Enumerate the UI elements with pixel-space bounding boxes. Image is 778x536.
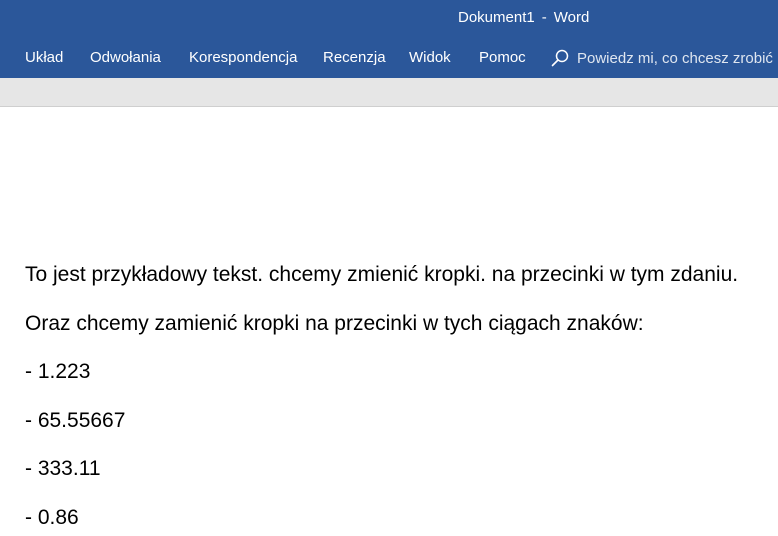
paragraph: Oraz chcemy zamienić kropki na przecinki… <box>25 312 644 335</box>
tab-korespondencja[interactable]: Korespondencja <box>189 49 297 66</box>
ribbon-tabs: Układ Odwołania Korespondencja Recenzja … <box>0 36 778 78</box>
tell-me-text: Powiedz mi, co chcesz zrobić <box>577 50 773 67</box>
tab-widok[interactable]: Widok <box>409 49 451 66</box>
title-separator: - <box>541 9 547 26</box>
tab-uklad[interactable]: Układ <box>25 49 63 66</box>
tab-pomoc[interactable]: Pomoc <box>479 49 526 66</box>
collapsed-ribbon-strip <box>0 78 778 107</box>
window-title: Dokument1- Word <box>458 9 589 26</box>
paragraph: - 65.55667 <box>25 409 126 432</box>
document-name: Dokument1 <box>458 9 535 26</box>
tab-odwolania[interactable]: Odwołania <box>90 49 161 66</box>
tab-recenzja[interactable]: Recenzja <box>323 49 386 66</box>
paragraph: To jest przykładowy tekst. chcemy zmieni… <box>25 263 739 286</box>
title-bar: Dokument1- Word <box>0 0 778 36</box>
paragraph: - 333.11 <box>25 457 101 480</box>
search-icon <box>551 49 569 67</box>
paragraph: - 0.86 <box>25 506 79 529</box>
app-name: Word <box>553 9 590 26</box>
document-page[interactable]: To jest przykładowy tekst. chcemy zmieni… <box>0 107 778 536</box>
paragraph: - 1.223 <box>25 360 91 383</box>
